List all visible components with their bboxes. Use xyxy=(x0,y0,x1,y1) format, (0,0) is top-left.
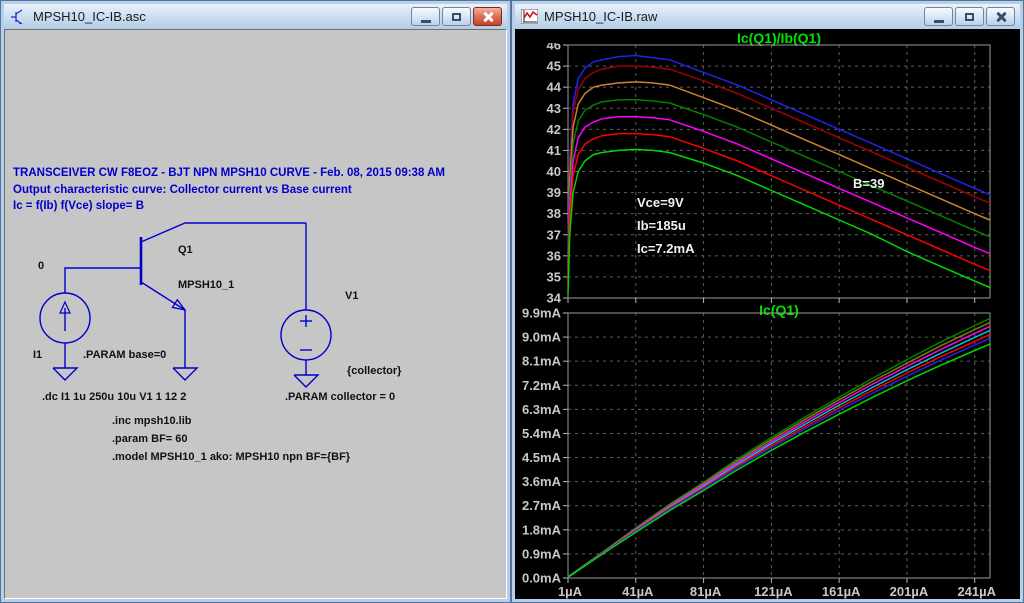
minimize-icon xyxy=(420,19,431,23)
y-tick-label: 37 xyxy=(547,227,561,242)
y-tick-label: 1.8mA xyxy=(522,522,562,537)
maximize-icon xyxy=(965,12,974,21)
y-tick-label: 4.5mA xyxy=(522,450,562,465)
schematic-canvas[interactable]: TRANSCEIVER CW F8EOZ - BJT NPN MPSH10 CU… xyxy=(4,29,507,599)
y-tick-label: 42 xyxy=(547,122,561,137)
schematic-window-title: MPSH10_IC-IB.asc xyxy=(33,9,146,24)
desktop: MPSH10_IC-IB.asc TRANSCEIVER CW F8EOZ - … xyxy=(0,0,1024,603)
y-tick-label: 9.9mA xyxy=(522,306,562,321)
ic-vs-ib-plot[interactable]: 9.9mA 9.0mA 8.1mA 7.2mA 6.3mA 5.4mA 4.5mA 3.6mA… xyxy=(515,306,1020,599)
param-base-label: .PARAM base=0 xyxy=(83,349,167,361)
minimize-icon xyxy=(933,19,944,23)
param-collector-label: .PARAM collector = 0 xyxy=(285,391,396,403)
y-tick-label: 46 xyxy=(547,43,561,53)
collector-node-label: {collector} xyxy=(347,365,402,377)
waveform-client: Ic(Q1)/Ib(Q1) 46 45 44 43 42 41 40 39 38 37 36 35 34… xyxy=(515,29,1020,599)
transistor-app-icon xyxy=(9,8,27,25)
y-tick-label: 40 xyxy=(547,164,561,179)
y-tick-label: 7.2mA xyxy=(522,378,562,393)
schematic-header-line1: TRANSCEIVER CW F8EOZ - BJT NPN MPSH10 CU… xyxy=(13,167,445,179)
y-tick-label: 3.6mA xyxy=(522,474,562,489)
waveform-window-title: MPSH10_IC-IB.raw xyxy=(544,9,658,24)
waveform-titlebar[interactable]: MPSH10_IC-IB.raw xyxy=(515,4,1020,29)
close-button-raw[interactable] xyxy=(986,7,1015,26)
q1-ref-label: Q1 xyxy=(178,244,193,256)
waveform-app-icon xyxy=(520,9,538,25)
param-bf-label: .param BF= 60 xyxy=(112,433,188,445)
maximize-button[interactable] xyxy=(442,7,471,26)
y-tick-label: 5.4mA xyxy=(522,426,562,441)
y-tick-label: 2.7mA xyxy=(522,498,562,513)
waveform-window: MPSH10_IC-IB.raw Ic(Q1)/Ib(Q1) 46 45 44 43 4… xyxy=(511,0,1024,603)
minimize-button-raw[interactable] xyxy=(924,7,953,26)
y-tick-label: 44 xyxy=(547,80,562,95)
maximize-icon xyxy=(452,12,461,21)
y-tick-label: 6.3mA xyxy=(522,402,562,417)
trace-beta-vce-red xyxy=(567,132,991,288)
y-tick-label: 38 xyxy=(547,206,561,221)
schematic-drawing xyxy=(39,222,332,388)
node-0-label: 0 xyxy=(38,260,45,272)
q1-model-label: MPSH10_1 xyxy=(178,279,235,291)
annotation-ib: Ib=185u xyxy=(637,218,686,233)
trace-ic-red xyxy=(567,333,991,578)
model-directive-label: .model MPSH10_1 ako: MPSH10 npn BF={BF} xyxy=(112,451,351,463)
i1-ref-label: I1 xyxy=(33,349,43,361)
y-tick-label: 0.9mA xyxy=(522,546,562,561)
trace-beta-vce-maroon xyxy=(567,65,991,263)
y-tick-label: 35 xyxy=(547,269,561,284)
y-tick-label: 9.0mA xyxy=(522,330,562,345)
dc-command-label: .dc I1 1u 250u 10u V1 1 12 2 xyxy=(42,391,187,403)
y-tick-label: 39 xyxy=(547,185,561,200)
maximize-button-raw[interactable] xyxy=(955,7,984,26)
x-tick-label: 1µA xyxy=(558,584,583,599)
x-tick-label: 201µA xyxy=(890,584,929,599)
y-tick-label: 43 xyxy=(547,101,561,116)
schematic-titlebar[interactable]: MPSH10_IC-IB.asc xyxy=(4,4,507,29)
annotation-ic: Ic=7.2mA xyxy=(637,241,695,256)
v1-ref-label: V1 xyxy=(345,290,359,302)
trace-beta-vce-magenta xyxy=(567,115,991,282)
close-icon xyxy=(482,11,494,23)
trace-ic-green xyxy=(567,343,991,578)
y-tick-label: 0.0mA xyxy=(522,571,562,586)
x-tick-label: 161µA xyxy=(822,584,861,599)
y-tick-label: 36 xyxy=(547,248,561,263)
schematic-header-line2: Output characteristic curve: Collector c… xyxy=(13,184,352,196)
y-tick-label: 41 xyxy=(547,143,561,158)
x-tick-label: 121µA xyxy=(754,584,793,599)
beta-vs-ib-plot[interactable]: 46 45 44 43 42 41 40 39 38 37 36 35 34 xyxy=(515,43,1020,305)
x-tick-label: 41µA xyxy=(622,584,654,599)
x-tick-label: 81µA xyxy=(690,584,722,599)
schematic-header-line3: Ic = f(Ib) f(Vce) slope= B xyxy=(13,200,144,212)
minimize-button[interactable] xyxy=(411,7,440,26)
x-tick-label: 241µA xyxy=(957,584,996,599)
include-directive-label: .inc mpsh10.lib xyxy=(112,415,192,427)
schematic-window: MPSH10_IC-IB.asc TRANSCEIVER CW F8EOZ - … xyxy=(0,0,511,603)
trace-beta-vce-darkgreen xyxy=(567,99,991,275)
y-tick-label: 45 xyxy=(547,59,561,74)
y-tick-label: 8.1mA xyxy=(522,354,562,369)
close-button[interactable] xyxy=(473,7,502,26)
y-tick-label: 34 xyxy=(547,291,562,306)
annotation-vce: Vce=9V xyxy=(637,195,684,210)
close-icon xyxy=(995,11,1007,23)
annotation-beta: B=39 xyxy=(853,176,885,191)
